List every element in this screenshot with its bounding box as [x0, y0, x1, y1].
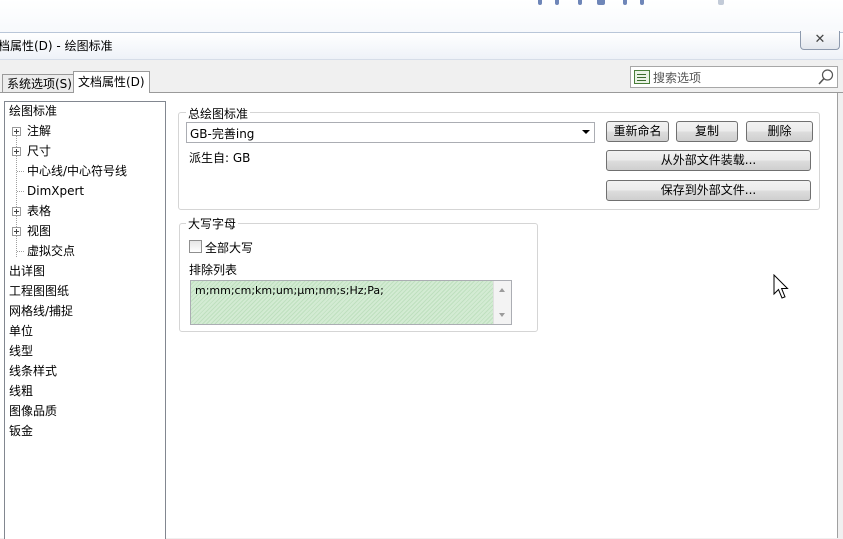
tree-item-line-font[interactable]: 线型	[9, 343, 33, 360]
tree-guide-line	[17, 171, 24, 173]
background-window-fragment	[597, 0, 605, 5]
overall-standard-label: 总绘图标准	[186, 105, 251, 122]
copy-button[interactable]: 复制	[676, 121, 738, 142]
exclusion-list-value: m;mm;cm;km;um;µm;nm;s;Hz;Pa;	[195, 284, 384, 297]
search-icon[interactable]	[817, 68, 835, 86]
search-box[interactable]: 搜索选项	[630, 66, 838, 88]
background-window-fragment	[718, 0, 724, 5]
expand-icon[interactable]	[12, 227, 21, 236]
close-icon: ✕	[814, 32, 826, 47]
tree-guide-line	[17, 251, 24, 253]
exclusion-list-field[interactable]: m;mm;cm;km;um;µm;nm;s;Hz;Pa;	[190, 280, 512, 325]
close-button[interactable]: ✕	[800, 31, 840, 50]
all-caps-label[interactable]: 全部大写	[205, 239, 253, 256]
tree-item-tables[interactable]: 表格	[27, 203, 51, 220]
exclusion-list-label: 排除列表	[189, 263, 238, 277]
options-tree[interactable]: 绘图标准 注解 尺寸 中心线/中心符号线 DimXpert 表格 视图 虚拟交点…	[4, 101, 166, 539]
tree-item-units[interactable]: 单位	[9, 323, 33, 340]
window-title: 档属性(D) - 绘图标准	[0, 39, 113, 53]
scroll-down-icon[interactable]	[499, 313, 505, 317]
tree-item-centerlines[interactable]: 中心线/中心符号线	[27, 163, 127, 180]
search-placeholder: 搜索选项	[653, 71, 702, 85]
mouse-cursor-icon	[773, 274, 789, 299]
background-window-strip	[0, 0, 843, 32]
tree-item-drawing-sheets[interactable]: 工程图图纸	[9, 283, 69, 300]
standard-dropdown-value: GB-完善ing	[190, 127, 255, 141]
tree-item-drawing-standard[interactable]: 绘图标准	[9, 103, 58, 120]
tree-item-image-quality[interactable]: 图像品质	[9, 403, 57, 420]
tree-item-line-style[interactable]: 线条样式	[9, 363, 57, 380]
standard-dropdown[interactable]: GB-完善ing	[186, 122, 595, 143]
delete-button[interactable]: 删除	[746, 121, 813, 142]
uppercase-label: 大写字母	[186, 215, 239, 232]
options-list-icon	[634, 70, 650, 84]
exclusion-list-scrollbar[interactable]	[493, 281, 511, 324]
save-to-file-button[interactable]: 保存到外部文件...	[606, 180, 811, 201]
tab-system-options[interactable]: 系统选项(S)	[2, 74, 77, 93]
tab-document-properties[interactable]: 文档属性(D)	[73, 71, 150, 93]
title-bar	[0, 32, 843, 60]
background-window-fragment	[578, 0, 582, 5]
background-window-fragment	[555, 0, 559, 5]
expand-icon[interactable]	[12, 207, 21, 216]
background-window-fragment	[640, 0, 644, 5]
rename-button[interactable]: 重新命名	[606, 121, 669, 142]
tree-item-detailing[interactable]: 出详图	[9, 263, 45, 280]
tree-guide-line	[17, 191, 24, 193]
load-from-file-button[interactable]: 从外部文件装载...	[606, 150, 811, 171]
tree-item-virtual-sharps[interactable]: 虚拟交点	[27, 243, 75, 260]
chevron-down-icon[interactable]	[582, 130, 590, 134]
expand-icon[interactable]	[12, 147, 21, 156]
tree-item-dimensions[interactable]: 尺寸	[27, 143, 51, 160]
scroll-up-icon[interactable]	[499, 288, 505, 292]
derived-from-text: 派生自: GB	[189, 151, 251, 165]
background-window-fragment	[623, 0, 627, 5]
background-window-fragment	[538, 0, 542, 5]
tree-item-dimxpert[interactable]: DimXpert	[27, 183, 84, 200]
tree-item-annotations[interactable]: 注解	[27, 123, 51, 140]
tree-item-sheet-metal[interactable]: 钣金	[9, 423, 33, 440]
tree-item-line-thickness[interactable]: 线粗	[9, 383, 33, 400]
tree-item-grid-snap[interactable]: 网格线/捕捉	[9, 303, 73, 320]
all-caps-checkbox[interactable]	[189, 240, 202, 253]
tree-item-views[interactable]: 视图	[27, 223, 51, 240]
expand-icon[interactable]	[12, 127, 21, 136]
